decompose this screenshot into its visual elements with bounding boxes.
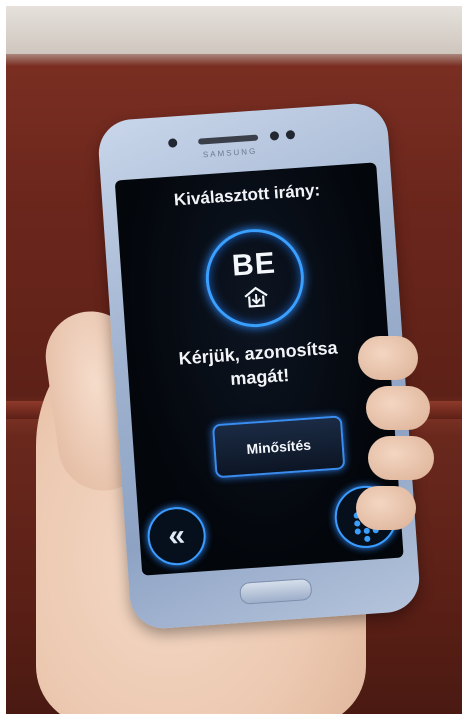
door-enter-icon [244, 286, 268, 308]
brand-label: SAMSUNG [202, 146, 258, 160]
finger [366, 386, 430, 430]
home-button[interactable] [239, 577, 313, 605]
photo-background: SAMSUNG Kiválasztott irány: BE Kérjük, a… [6, 6, 462, 714]
identify-prompt: Kérjük, azonosítsa magát! [137, 333, 382, 398]
direction-badge-label: BE [230, 246, 277, 283]
finger [368, 436, 434, 480]
sensor [285, 129, 296, 140]
screen-title: Kiválasztott irány: [173, 180, 321, 210]
double-chevron-left-icon: « [167, 518, 187, 553]
earpiece [197, 134, 259, 145]
finger [358, 336, 418, 380]
direction-badge: BE [202, 225, 308, 331]
back-button[interactable]: « [145, 505, 208, 568]
front-camera [167, 138, 178, 148]
background-wall [6, 6, 462, 54]
sensor [269, 131, 280, 141]
rate-button[interactable]: Minősítés [211, 415, 346, 479]
finger [356, 486, 416, 530]
